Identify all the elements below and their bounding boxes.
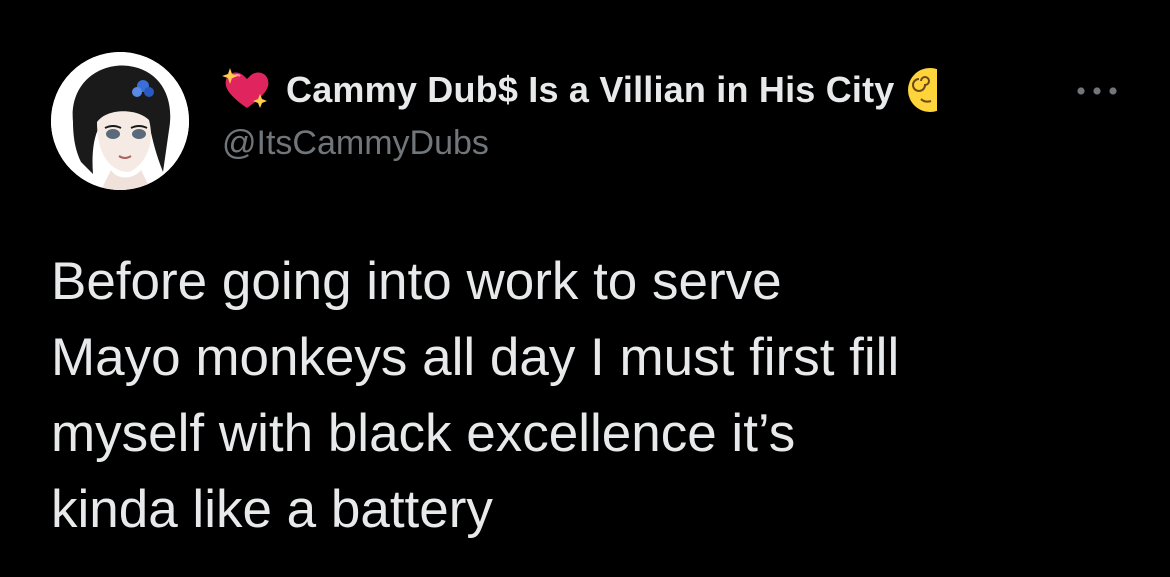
tweet-text-line: Before going into work to serve (51, 252, 782, 311)
tweet: Cammy Dub$ Is a Villian in His City @Its… (0, 0, 1170, 577)
more-options-icon[interactable] (1072, 76, 1122, 106)
author-name-row: Cammy Dub$ Is a Villian in His City (222, 66, 937, 114)
author-handle[interactable]: @ItsCammyDubs (222, 124, 489, 163)
sparkling-heart-icon (222, 68, 272, 112)
tweet-text-line: kinda like a battery (51, 480, 493, 539)
author-display-name[interactable]: Cammy Dub$ Is a Villian in His City (286, 69, 895, 111)
tweet-text-line: myself with black excellence it’s (51, 404, 796, 463)
face-with-spiral-eyes-icon (907, 67, 937, 113)
tweet-text: Before going into work to serve Mayo mon… (51, 244, 1141, 548)
avatar[interactable] (51, 52, 189, 190)
tweet-text-line: Mayo monkeys all day I must first fill (51, 328, 900, 387)
